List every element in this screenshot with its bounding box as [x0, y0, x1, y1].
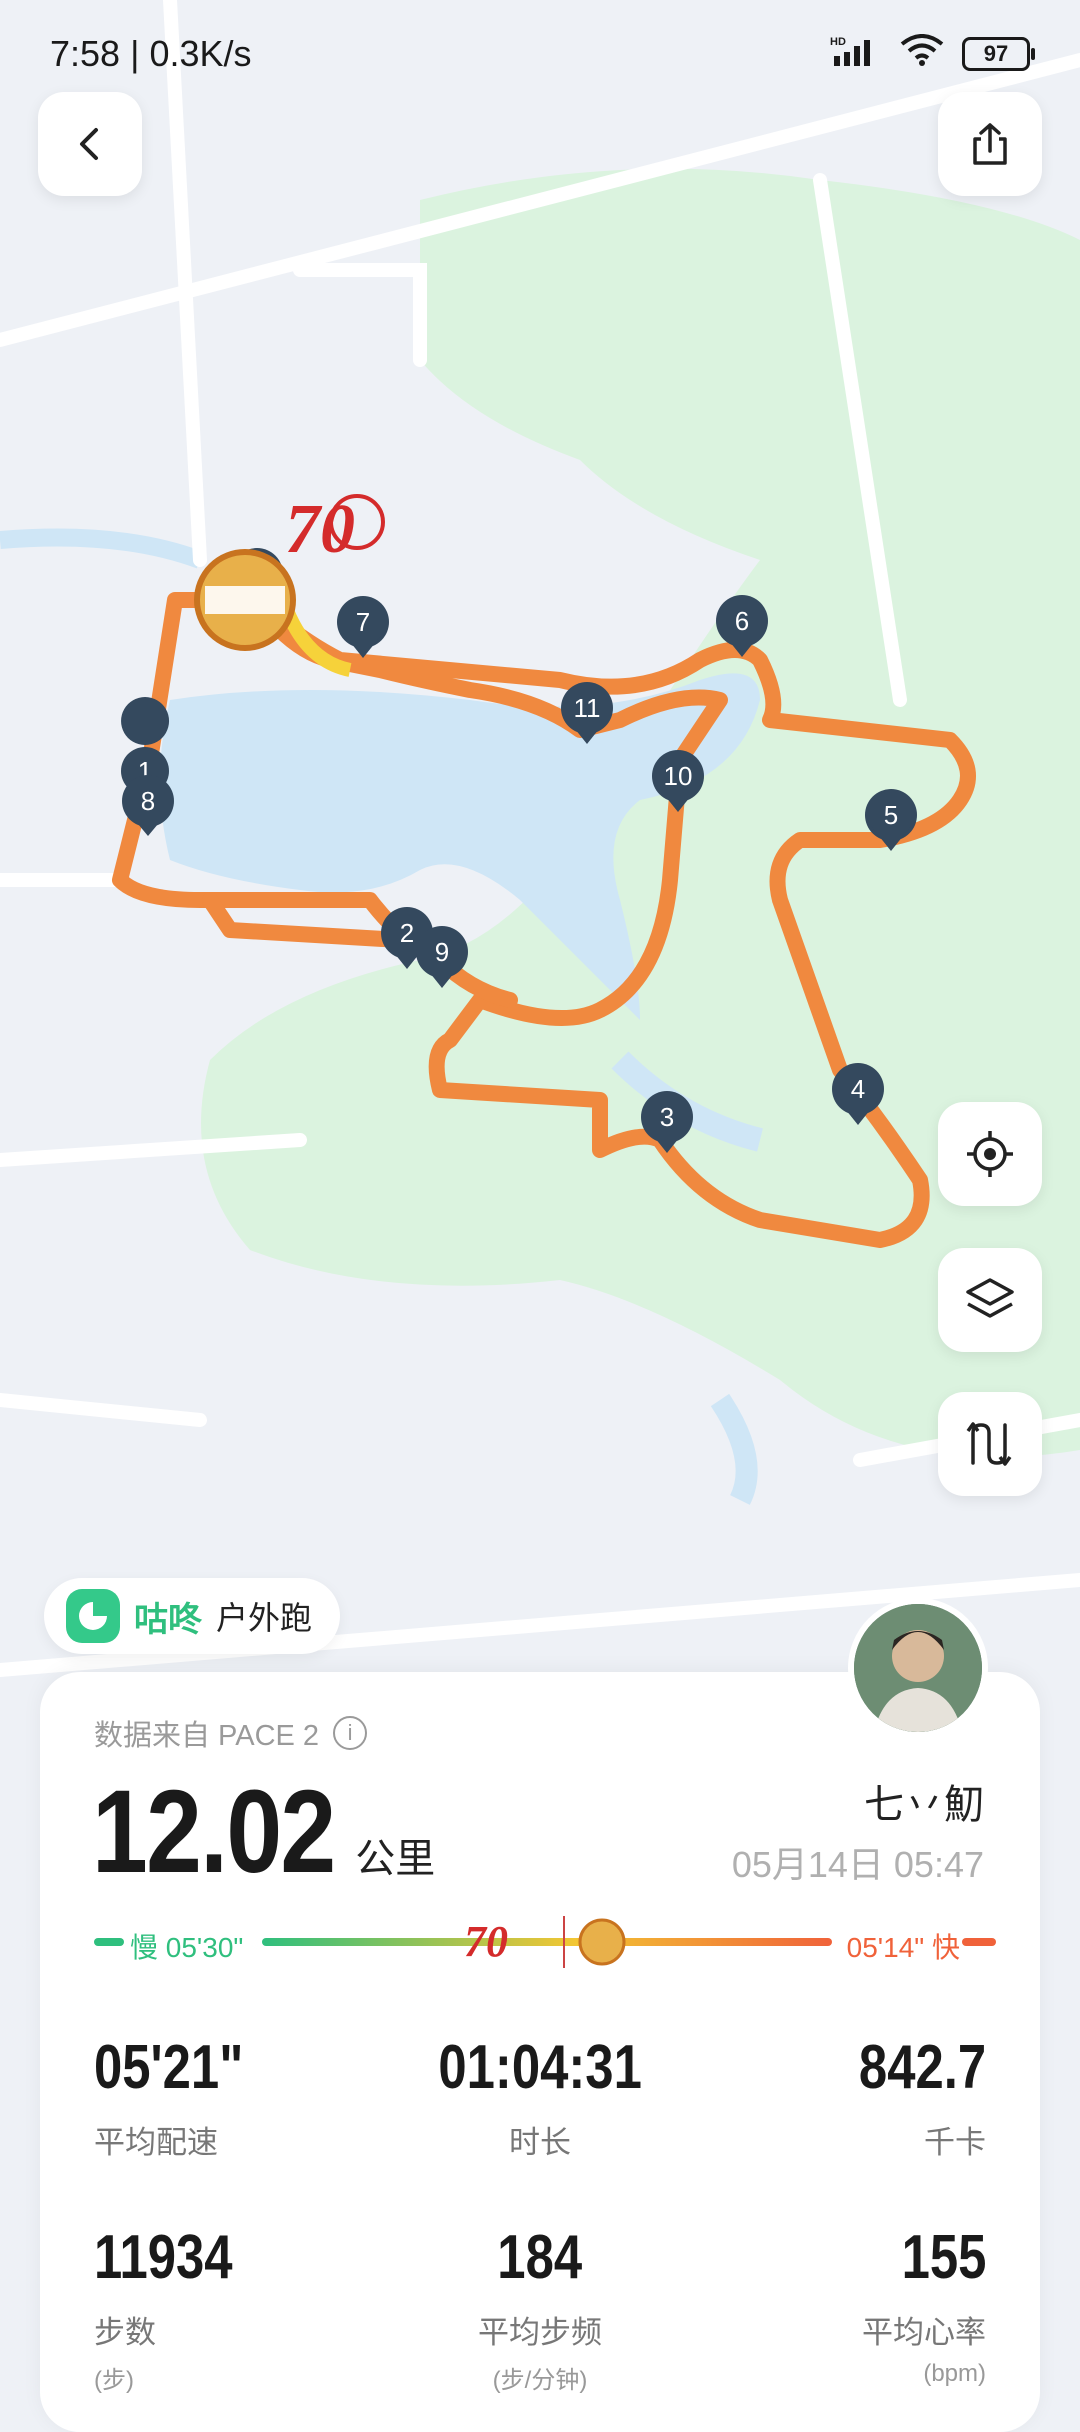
svg-text:70: 70 [285, 491, 355, 568]
svg-text:5: 5 [884, 800, 898, 830]
locate-button[interactable] [938, 1102, 1042, 1206]
wifi-icon [900, 33, 944, 75]
crosshair-icon [967, 1131, 1013, 1177]
svg-text:70: 70 [464, 1917, 508, 1966]
brand-name: 咕咚 [134, 1600, 202, 1639]
track-button[interactable] [938, 1392, 1042, 1496]
run-summary-card: 数据来自 PACE 2 i 12.02 公里 七丷魛 05月14日 05:47 … [40, 1672, 1040, 2432]
distance-value: 12.02 [92, 1766, 336, 1898]
svg-text:8: 8 [141, 786, 155, 816]
data-source: 数据来自 PACE 2 i [94, 1712, 368, 1754]
chevron-left-icon [80, 128, 98, 160]
svg-text:10: 10 [664, 761, 693, 791]
svg-text:4: 4 [851, 1074, 865, 1104]
layers-button[interactable] [938, 1248, 1042, 1352]
share-icon [973, 123, 1007, 165]
stat-calories: 842.7 千卡 [858, 2033, 986, 2160]
back-button[interactable] [38, 92, 142, 196]
stat-cadence: 184 平均步频 (步/分钟) [477, 2223, 602, 2394]
svg-text:2: 2 [400, 918, 414, 948]
promo-seal-logo [194, 549, 296, 651]
run-date: 05月14日 05:47 [731, 1844, 984, 1885]
svg-text:9: 9 [435, 937, 449, 967]
status-time: 7:58 [50, 33, 121, 74]
svg-text:6: 6 [735, 606, 749, 636]
status-icons: HD 97 [830, 33, 1035, 75]
svg-text:3: 3 [660, 1102, 674, 1132]
stat-heart-rate: 155 平均心率 (bpm) [862, 2223, 986, 2387]
share-button[interactable] [938, 92, 1042, 196]
info-icon[interactable]: i [333, 1716, 368, 1750]
status-net-speed: 0.3K/s [149, 33, 252, 74]
fastest-pace-label: 05'14" 快 [846, 1932, 960, 1963]
distance: 12.02 公里 [92, 1764, 435, 1900]
user-name[interactable]: 七丷魛 [864, 1772, 984, 1830]
battery-icon: 97 [962, 37, 1035, 71]
stats-grid: 05'21" 平均配速 01:04:31 时长 842.7 千卡 11934 步… [94, 2032, 986, 2395]
codoon-logo-icon [66, 1589, 120, 1643]
svg-text:7: 7 [356, 607, 370, 637]
sport-type-tag: 咕咚 户外跑 [44, 1578, 341, 1654]
pace-range-bar: 70 慢 05'30" 05'14" 快 [94, 1912, 1000, 1972]
status-bar: 7:58 | 0.3K/s HD 97 [0, 0, 1080, 108]
avatar[interactable] [848, 1598, 988, 1738]
status-time-speed: 7:58 | 0.3K/s [50, 33, 252, 74]
track-icon [966, 1422, 1012, 1466]
sport-type: 户外跑 [216, 1600, 313, 1636]
slowest-pace-label: 慢 05'30" [130, 1932, 244, 1963]
svg-text:HD: HD [830, 36, 846, 48]
svg-text:11: 11 [574, 693, 601, 723]
stat-avg-pace: 05'21" 平均配速 [94, 2033, 244, 2160]
signal-icon: HD [830, 33, 882, 75]
stat-duration: 01:04:31 时长 [438, 2033, 642, 2160]
distance-unit: 公里 [355, 1837, 436, 1881]
stat-steps: 11934 步数 (步) [94, 2223, 233, 2394]
layers-icon [966, 1278, 1014, 1318]
